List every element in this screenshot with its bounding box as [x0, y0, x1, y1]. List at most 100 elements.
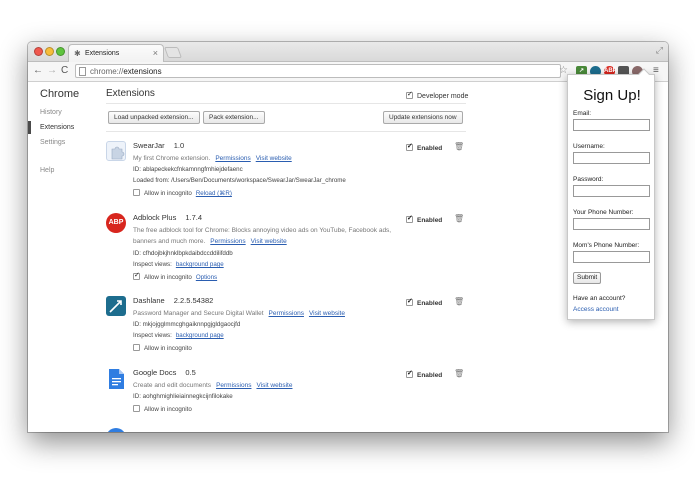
url-path: extensions	[123, 67, 162, 76]
trash-icon[interactable]: 🗑	[454, 369, 464, 378]
enabled-toggle[interactable]: Enabled	[406, 142, 443, 152]
options-link[interactable]: Options	[196, 274, 217, 281]
your-phone-label: Your Phone Number:	[573, 209, 634, 216]
username-label: Username:	[573, 143, 605, 150]
partial-extension-icon	[106, 428, 126, 432]
incognito-row: Allow in incognito Reload (⌘R)	[133, 189, 232, 197]
incognito-checkbox[interactable]	[133, 189, 140, 196]
checkbox-icon[interactable]	[406, 369, 413, 378]
extension-id: ID: cfhdojbkjhnklbpkdaibdccddilifddb	[133, 250, 233, 257]
extension-id: ID: aohghmighlieiainnegkcijnfilokake	[133, 393, 233, 400]
inspect-views-row: Inspect views: background page	[133, 332, 224, 339]
trash-icon[interactable]: 🗑	[454, 214, 464, 223]
checkbox-icon[interactable]	[406, 142, 413, 151]
page-icon	[79, 67, 86, 76]
submit-button[interactable]: Submit	[573, 272, 602, 284]
tab-extensions[interactable]: ✱ Extensions ×	[68, 44, 164, 62]
incognito-label: Allow in incognito	[144, 345, 192, 352]
incognito-checkbox[interactable]	[133, 405, 140, 412]
forward-icon[interactable]: →	[47, 65, 57, 77]
sidebar-item-settings[interactable]: Settings	[40, 139, 65, 146]
your-phone-field[interactable]	[573, 218, 650, 230]
minimize-window-button[interactable]	[45, 47, 54, 56]
enabled-toggle[interactable]: Enabled	[406, 297, 442, 307]
enabled-toggle[interactable]: Enabled	[406, 369, 443, 379]
extension-description: The free adblock tool for Chrome: Blocks…	[133, 227, 392, 245]
zoom-window-button[interactable]	[56, 47, 65, 56]
load-unpacked-button[interactable]: Load unpacked extension...	[108, 111, 200, 124]
dashlane-logo-icon	[106, 296, 126, 316]
background-page-link[interactable]: background page	[176, 261, 224, 268]
moms-phone-label: Mom's Phone Number:	[573, 242, 640, 249]
trash-icon[interactable]: 🗑	[454, 297, 464, 306]
signup-title: Sign Up!	[583, 87, 641, 104]
email-field[interactable]	[573, 119, 650, 131]
sidebar-item-help[interactable]: Help	[40, 167, 54, 174]
developer-mode-toggle[interactable]: Developer mode	[406, 90, 469, 100]
checkbox-icon[interactable]	[406, 297, 413, 306]
extension-name: Dashlane 2.2.5.54382	[133, 296, 214, 305]
incognito-checkbox[interactable]	[133, 271, 140, 280]
extension-description: Password Manager and Secure Digital Wall…	[133, 310, 345, 317]
enabled-label: Enabled	[417, 372, 443, 379]
permissions-link[interactable]: Permissions	[269, 310, 304, 317]
extension-loaded-from: Loaded from: /Users/Ben/Documents/worksp…	[133, 177, 346, 184]
sidebar-item-history[interactable]: History	[40, 109, 62, 116]
tab-close-icon[interactable]: ×	[153, 48, 158, 58]
puzzle-icon: ✱	[74, 49, 81, 58]
address-bar[interactable]: chrome://extensions	[75, 64, 561, 78]
extension-description: Create and edit documents Permissions Visi…	[133, 382, 293, 389]
permissions-link[interactable]: Permissions	[216, 382, 251, 389]
enabled-label: Enabled	[417, 217, 443, 224]
adblock-logo-icon: ABP	[106, 213, 126, 233]
background-page-link[interactable]: background page	[176, 332, 224, 339]
title-bar: ✱ Extensions × ⤢	[28, 42, 668, 62]
divider	[106, 103, 466, 104]
incognito-checkbox[interactable]	[133, 344, 140, 351]
visit-website-link[interactable]: Visit website	[256, 155, 292, 162]
password-field[interactable]	[573, 185, 650, 197]
extension-id: ID: ablapeckekcfnkamnngfmhiejdefaenc	[133, 166, 243, 173]
pack-extension-button[interactable]: Pack extension...	[203, 111, 265, 124]
close-window-button[interactable]	[34, 47, 43, 56]
developer-mode-label: Developer mode	[417, 93, 469, 100]
incognito-label: Allow in incognito	[144, 406, 192, 413]
username-field[interactable]	[573, 152, 650, 164]
access-account-link[interactable]: Access account	[573, 306, 619, 313]
update-extensions-button[interactable]: Update extensions now	[383, 111, 463, 124]
sidebar-active-indicator	[28, 121, 31, 134]
tab-title: Extensions	[85, 50, 120, 57]
have-account-text: Have an account?	[573, 295, 626, 302]
divider	[106, 131, 466, 132]
new-tab-button[interactable]	[163, 47, 183, 58]
extension-description: My first Chrome extension. Permissions Vis…	[133, 155, 292, 162]
visit-website-link[interactable]: Visit website	[309, 310, 345, 317]
google-docs-icon	[106, 368, 126, 389]
visit-website-link[interactable]: Visit website	[256, 382, 292, 389]
extension-name: Google Docs 0.5	[133, 368, 196, 377]
sidebar-title: Chrome	[40, 88, 80, 100]
inspect-views-row: Inspect views: background page	[133, 261, 224, 268]
fullscreen-icon[interactable]: ⤢	[656, 45, 663, 56]
page-title: Extensions	[106, 88, 155, 99]
puzzle-piece-icon	[106, 141, 126, 161]
checkbox-icon[interactable]	[406, 214, 413, 223]
trash-icon[interactable]: 🗑	[454, 142, 464, 151]
extension-id: ID: mkjojgglmmcghgaiknnpgjgldgaocjfd	[133, 321, 241, 328]
back-icon[interactable]: ←	[33, 65, 43, 77]
next-extension-peek	[106, 426, 466, 432]
enabled-toggle[interactable]: Enabled	[406, 214, 443, 224]
sidebar-item-extensions[interactable]: Extensions	[40, 124, 74, 131]
incognito-row: Allow in incognito	[133, 405, 192, 413]
extension-name: Adblock Plus 1.7.4	[133, 213, 203, 222]
checkbox-icon[interactable]	[406, 90, 413, 99]
reload-link[interactable]: Reload (⌘R)	[196, 190, 232, 197]
password-label: Password:	[573, 176, 604, 183]
permissions-link[interactable]: Permissions	[210, 238, 245, 245]
signup-popup: Sign Up! Email: Username: Password: Your…	[567, 68, 655, 320]
moms-phone-field[interactable]	[573, 251, 650, 263]
reload-icon[interactable]: C	[61, 65, 68, 77]
enabled-label: Enabled	[417, 145, 443, 152]
visit-website-link[interactable]: Visit website	[251, 238, 287, 245]
permissions-link[interactable]: Permissions	[215, 155, 250, 162]
